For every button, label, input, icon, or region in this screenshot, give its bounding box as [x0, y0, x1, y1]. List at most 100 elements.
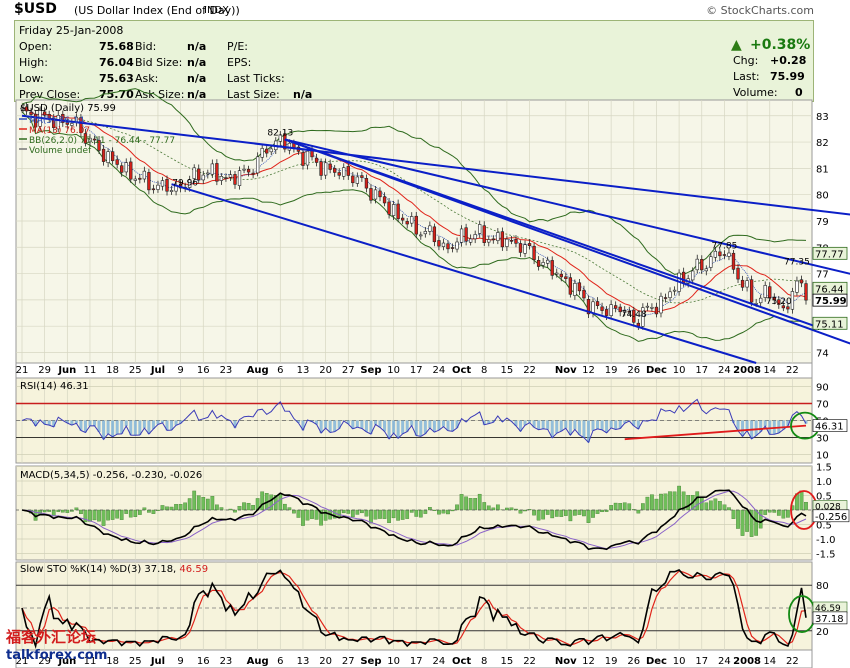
candle-body-42 [210, 163, 214, 175]
candle-body-106 [500, 231, 505, 248]
macd-hist-46 [228, 508, 233, 511]
macd-hist-125 [586, 509, 591, 523]
macd-hist-89 [423, 509, 428, 514]
macd-hist-20 [110, 509, 115, 520]
price-annotation-5: 75.20 [766, 297, 792, 307]
candle-body-150 [700, 259, 704, 271]
candle-body-74 [355, 176, 360, 184]
chart-page: $USD (US Dollar Index (End of Day)) INDX… [0, 0, 850, 668]
macd-hist-105 [495, 504, 500, 511]
rsi-fill-21 [115, 420, 119, 435]
rsi-fill-164 [763, 420, 767, 427]
candle-body-161 [749, 279, 754, 303]
macd-hist-141 [659, 493, 663, 511]
x-tick-bottom-11: 6 [277, 656, 283, 667]
chart-svg: 21212929JunJun111118182525JulJul99161623… [15, 88, 850, 668]
candle-body-119 [559, 273, 563, 278]
candle-body-84 [401, 217, 405, 221]
x-tick-bottom-23: Nov [555, 656, 577, 667]
macd-hist-119 [559, 509, 564, 517]
candle-body-70 [337, 172, 341, 176]
candle-body-169 [786, 306, 790, 310]
y-tick-5: 79 [816, 217, 829, 228]
macd-hist-167 [776, 509, 781, 516]
candle-body-29 [151, 188, 156, 191]
macd-hist-4 [38, 509, 42, 515]
rsi-fill-18 [102, 420, 106, 440]
x-tick-bottom-14: 27 [342, 656, 355, 667]
x-tick-bottom-18: 24 [433, 656, 446, 667]
rsi-fill-20 [111, 420, 115, 437]
rsi-fill-116 [546, 420, 550, 430]
candle-body-86 [410, 216, 414, 224]
rsi-fill-91 [432, 420, 436, 433]
macd-hist-21 [115, 509, 120, 519]
macd-hist-143 [668, 491, 672, 511]
macd-hist-57 [278, 494, 283, 511]
x-tick-bottom-16: 10 [387, 656, 400, 667]
macd-hist-151 [704, 502, 709, 511]
sto-title-k: 37.18, [144, 564, 179, 575]
macd-hist-98 [464, 496, 468, 511]
candle-body-23 [124, 162, 128, 173]
candle-body-78 [373, 189, 378, 200]
legend-entry-3: Volume undef [29, 146, 92, 156]
macd-hist-75 [360, 509, 364, 514]
y-tick-8: 82 [816, 138, 829, 149]
candle-body-19 [106, 151, 110, 163]
macd-hist-139 [650, 494, 654, 511]
macd-hist-43 [215, 504, 219, 511]
x-tick-33: 22 [786, 365, 799, 376]
candle-body-27 [142, 170, 147, 180]
x-tick-bottom-4: 18 [106, 656, 119, 667]
macd-hist-113 [532, 509, 536, 516]
macd-hist-85 [405, 509, 410, 519]
candle-body-171 [795, 280, 799, 293]
candle-body-47 [233, 174, 237, 185]
macd-tick-4: 1.0 [816, 477, 832, 488]
candle-body-116 [546, 259, 550, 264]
x-tick-19: Oct [452, 365, 471, 376]
candle-body-156 [727, 252, 731, 257]
macd-hist-77 [369, 509, 373, 524]
candle-body-95 [450, 247, 455, 249]
rsi-fill-124 [582, 420, 586, 438]
macd-hist-123 [577, 509, 582, 515]
candle-body-120 [564, 276, 568, 279]
rsi-fill-75 [360, 420, 364, 429]
x-tick-29: 17 [695, 365, 708, 376]
macd-hist-114 [536, 509, 541, 521]
macd-hist-33 [169, 506, 174, 511]
candle-body-50 [246, 168, 251, 173]
macd-hist-97 [459, 494, 464, 511]
candle-body-99 [468, 238, 473, 243]
macd-title: MACD(5,34,5) -0.256, -0.230, -0.026 [20, 470, 202, 481]
rsi-fill-69 [333, 420, 337, 432]
x-tick-23: Nov [555, 365, 577, 376]
candle-body-53 [260, 148, 264, 158]
macd-hist-23 [124, 509, 129, 514]
price-annotation-3: 77.85 [712, 242, 738, 252]
candle-body-104 [491, 238, 495, 241]
macd-hist-160 [745, 509, 749, 532]
macd-hist-169 [786, 509, 790, 518]
x-tick-17: 17 [410, 365, 423, 376]
macd-hist-31 [160, 505, 165, 511]
candle-body-140 [654, 306, 659, 315]
macd-hist-38 [192, 490, 197, 511]
x-tick-16: 10 [387, 365, 400, 376]
macd-hist-172 [799, 490, 804, 511]
macd-hist-18 [101, 509, 106, 526]
macd-hist-96 [455, 504, 459, 511]
candle-body-126 [591, 301, 595, 314]
rsi-fill-15 [88, 420, 92, 426]
macd-hist-101 [477, 493, 482, 511]
x-tick-30: 24 [718, 365, 731, 376]
macd-hist-124 [582, 509, 586, 517]
candle-body-160 [745, 280, 749, 288]
y-tick-7: 81 [816, 164, 829, 175]
candle-body-82 [391, 204, 396, 216]
macd-hist-65 [314, 509, 319, 520]
candle-body-105 [496, 232, 500, 241]
candle-body-63 [305, 150, 310, 166]
